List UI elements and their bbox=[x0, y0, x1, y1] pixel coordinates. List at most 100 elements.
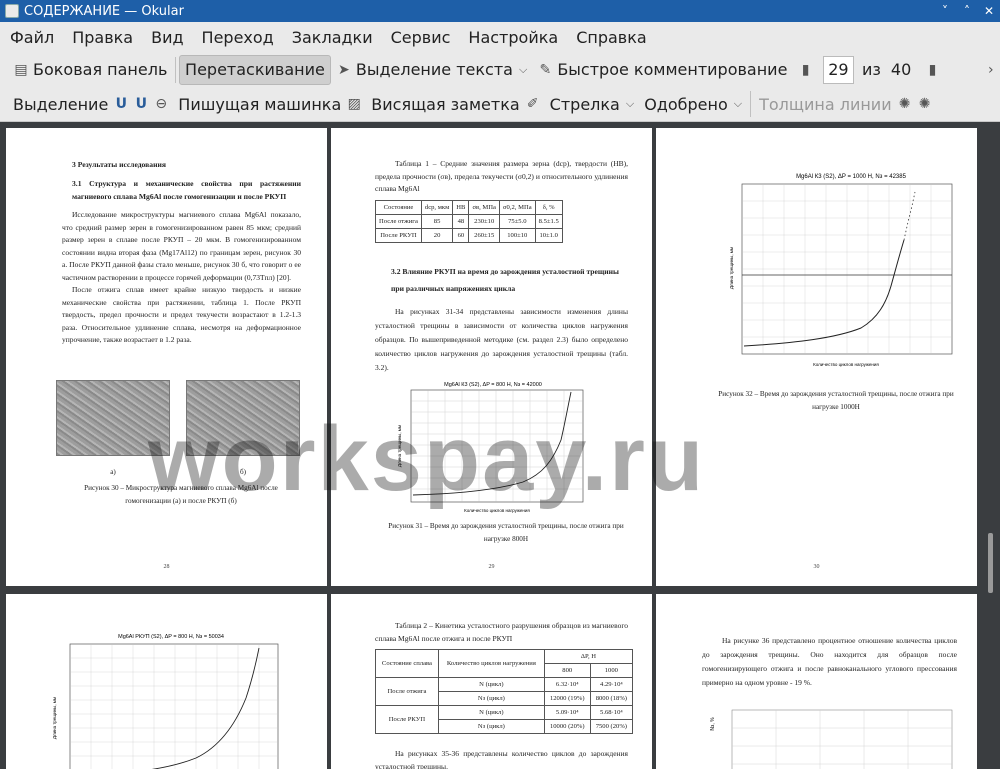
chart-grid bbox=[411, 390, 583, 502]
series-points bbox=[903, 191, 916, 241]
chevron-down-icon[interactable]: ⌵ bbox=[734, 97, 742, 111]
underline-icon[interactable]: U bbox=[113, 96, 129, 112]
chevron-down-icon[interactable]: ⌵ bbox=[626, 97, 634, 111]
paragraph: На рисунке 36 представлено процентное от… bbox=[702, 636, 957, 687]
paragraph: На рисунках 31-34 представлены зависимос… bbox=[375, 306, 628, 372]
page-number: 29 bbox=[488, 564, 495, 570]
page-33: На рисунке 36 представлено процентное от… bbox=[656, 594, 977, 769]
menu-settings[interactable]: Настройка bbox=[458, 28, 566, 47]
chart-title: Mg6Al К3 (S2), ΔP = 1000 Н, Nз = 42385 bbox=[796, 174, 907, 180]
chart-title: Mg6Al К3 (S2), ΔP = 800 Н, Nз = 42000 bbox=[444, 382, 542, 388]
table-row: После отжига N (цикл) 6.32·10⁴ 4.29·10⁴ bbox=[375, 677, 634, 706]
sidebar-icon: ▤ bbox=[14, 61, 28, 78]
menu-go[interactable]: Переход bbox=[192, 28, 282, 47]
series-line bbox=[743, 239, 905, 347]
page-28: 3 Результаты исследования 3.1 Структура … bbox=[6, 128, 327, 586]
menu-view[interactable]: Вид bbox=[141, 28, 191, 47]
close-icon[interactable]: ✕ bbox=[978, 4, 1000, 18]
page-30: Mg6Al К3 (S2), ΔP = 1000 Н, Nз = 42385 К… bbox=[656, 128, 977, 586]
text-select-button[interactable]: ➤ Выделение текста ⌵ bbox=[331, 55, 532, 85]
window-title: СОДЕРЖАНИЕ — Okular bbox=[24, 3, 184, 19]
menu-bar: Файл Правка Вид Переход Закладки Сервис … bbox=[0, 22, 1000, 52]
opacity-icon[interactable]: ✺ bbox=[917, 96, 933, 112]
drag-mode-button[interactable]: Перетаскивание bbox=[179, 54, 331, 85]
okular-app-icon bbox=[5, 4, 19, 18]
table-row: После РКУП N (цикл) 5.09·10⁴ 5.68·10⁴ bbox=[375, 705, 634, 734]
page-total: 40 bbox=[890, 60, 912, 79]
figure-caption: Рисунок 30 – Микроструктура магниевого с… bbox=[84, 484, 278, 505]
strikeout-icon[interactable]: ⊖ bbox=[153, 96, 169, 112]
page-number-input[interactable]: 29 bbox=[822, 55, 854, 84]
menu-tools[interactable]: Сервис bbox=[381, 28, 459, 47]
series-line bbox=[151, 647, 260, 769]
menu-edit[interactable]: Правка bbox=[62, 28, 141, 47]
menu-file[interactable]: Файл bbox=[0, 28, 62, 47]
page-number: 30 bbox=[813, 564, 820, 570]
micrograph-a bbox=[56, 380, 170, 456]
y-axis-label: Длина трещины, мм bbox=[729, 247, 734, 289]
chevron-down-icon[interactable]: ⌵ bbox=[519, 63, 527, 77]
quick-annotation-button[interactable]: ✎ Быстрое комментирование bbox=[532, 55, 792, 85]
main-toolbar: ▤ Боковая панель Перетаскивание ➤ Выделени… bbox=[0, 52, 1000, 87]
subsection-heading: 3.2 Влияние РКУП на время до зарождения … bbox=[391, 266, 619, 293]
chart-title: Mg6Al РКУП (S2), ΔP = 800 Н, Nз = 50034 bbox=[118, 634, 224, 640]
prev-page-icon[interactable]: ▮ bbox=[800, 62, 810, 78]
crack-length-chart: Mg6Al К3 (S2), ΔP = 1000 Н, Nз = 42385 К… bbox=[729, 174, 953, 367]
x-axis-label: Количество циклов нагружения bbox=[813, 362, 879, 367]
note-icon[interactable]: ▨ bbox=[346, 96, 362, 112]
table-caption: Таблица 2 – Кинетика усталостного разруш… bbox=[375, 621, 628, 643]
page-31: Mg6Al РКУП (S2), ΔP = 800 Н, Nз = 50034 … bbox=[6, 594, 327, 769]
shade-icon[interactable]: ˅ bbox=[934, 4, 956, 18]
crack-length-chart: Mg6Al РКУП (S2), ΔP = 800 Н, Nз = 50034 … bbox=[52, 634, 279, 769]
table-1: Состояние dср, мкм HB σв, МПа σ0,2, МПа δ, % … bbox=[375, 199, 563, 243]
chart-grid bbox=[732, 710, 952, 769]
vertical-scrollbar[interactable] bbox=[985, 125, 995, 765]
typewriter-button[interactable]: Пишущая машинка bbox=[173, 89, 346, 119]
overflow-chevron-icon[interactable]: › bbox=[986, 62, 996, 78]
section-heading: 3 Результаты исследования bbox=[72, 160, 166, 169]
sticky-note-button[interactable]: Висящая заметка bbox=[366, 89, 524, 119]
sidebar-button[interactable]: ▤ Боковая панель bbox=[8, 55, 172, 85]
brush-icon[interactable]: ✐ bbox=[525, 96, 541, 112]
of-label: из bbox=[861, 60, 881, 79]
label-b: б) bbox=[239, 468, 247, 476]
paragraph: Исследование микроструктуры магниевого с… bbox=[62, 210, 301, 282]
arrow-button[interactable]: Стрелка ⌵ bbox=[545, 89, 640, 119]
minimize-icon[interactable]: ˄ bbox=[956, 4, 978, 18]
stamp-button[interactable]: Одобрено ⌵ bbox=[639, 89, 747, 119]
figure-caption: Рисунок 31 – Время до зарождения усталос… bbox=[388, 522, 624, 543]
crack-length-chart: Mg6Al К3 (S2), ΔP = 800 Н, Nз = 42000 Ко… bbox=[397, 382, 584, 513]
page-29: Таблица 1 – Средние значения размера зер… bbox=[331, 128, 652, 586]
paragraph: После отжига сплав имеет крайне низкую т… bbox=[62, 285, 301, 344]
line-width-button[interactable]: Толщина линии bbox=[754, 89, 897, 119]
page-number: 28 bbox=[163, 564, 170, 570]
menu-help[interactable]: Справка bbox=[566, 28, 655, 47]
micrograph-b bbox=[186, 380, 300, 456]
table-caption: Таблица 1 – Средние значения размера зер… bbox=[375, 159, 628, 193]
series-line bbox=[412, 391, 572, 496]
table-2: Состояние сплава Количество циклов нагруж… bbox=[375, 649, 634, 734]
table-row: После РКУП 20 60 260±15 100±10 10±1.0 bbox=[375, 227, 563, 243]
menu-bookmarks[interactable]: Закладки bbox=[282, 28, 381, 47]
title-bar: СОДЕРЖАНИЕ — Okular ˅ ˄ ✕ bbox=[0, 0, 1000, 22]
y-axis-label: Длина трещины, мм bbox=[397, 425, 402, 467]
color-icon[interactable]: ✺ bbox=[897, 96, 913, 112]
y-axis-label: Nз, % bbox=[710, 717, 716, 731]
label-a: а) bbox=[110, 468, 116, 476]
scrollbar-thumb[interactable] bbox=[988, 533, 993, 593]
percent-chart: Nз, % bbox=[710, 709, 953, 769]
figure-caption: Рисунок 32 – Время до зарождения усталос… bbox=[718, 390, 954, 411]
y-axis-label: Длина трещины, мм bbox=[52, 697, 57, 739]
cursor-icon: ➤ bbox=[337, 61, 350, 78]
next-page-icon[interactable]: ▮ bbox=[927, 62, 937, 78]
annotation-toolbar: Выделение U U ⊖ Пишущая машинка ▨ Висяща… bbox=[0, 87, 1000, 122]
document-view[interactable]: 3 Результаты исследования 3.1 Структура … bbox=[0, 122, 1000, 769]
x-axis-label: Количество циклов нагружения bbox=[464, 508, 530, 513]
chart-grid bbox=[742, 184, 952, 354]
pen-icon: ✎ bbox=[539, 61, 552, 78]
squiggle-icon[interactable]: U bbox=[133, 96, 149, 112]
table-row: После отжига 85 48 230±10 75±5.0 8.5±1.5 bbox=[375, 213, 563, 229]
highlight-button[interactable]: Выделение bbox=[8, 89, 113, 119]
paragraph: На рисунках 35-36 представлены количеств… bbox=[375, 749, 628, 769]
subsection-heading: 3.1 Структура и механические свойства пр… bbox=[72, 179, 301, 201]
